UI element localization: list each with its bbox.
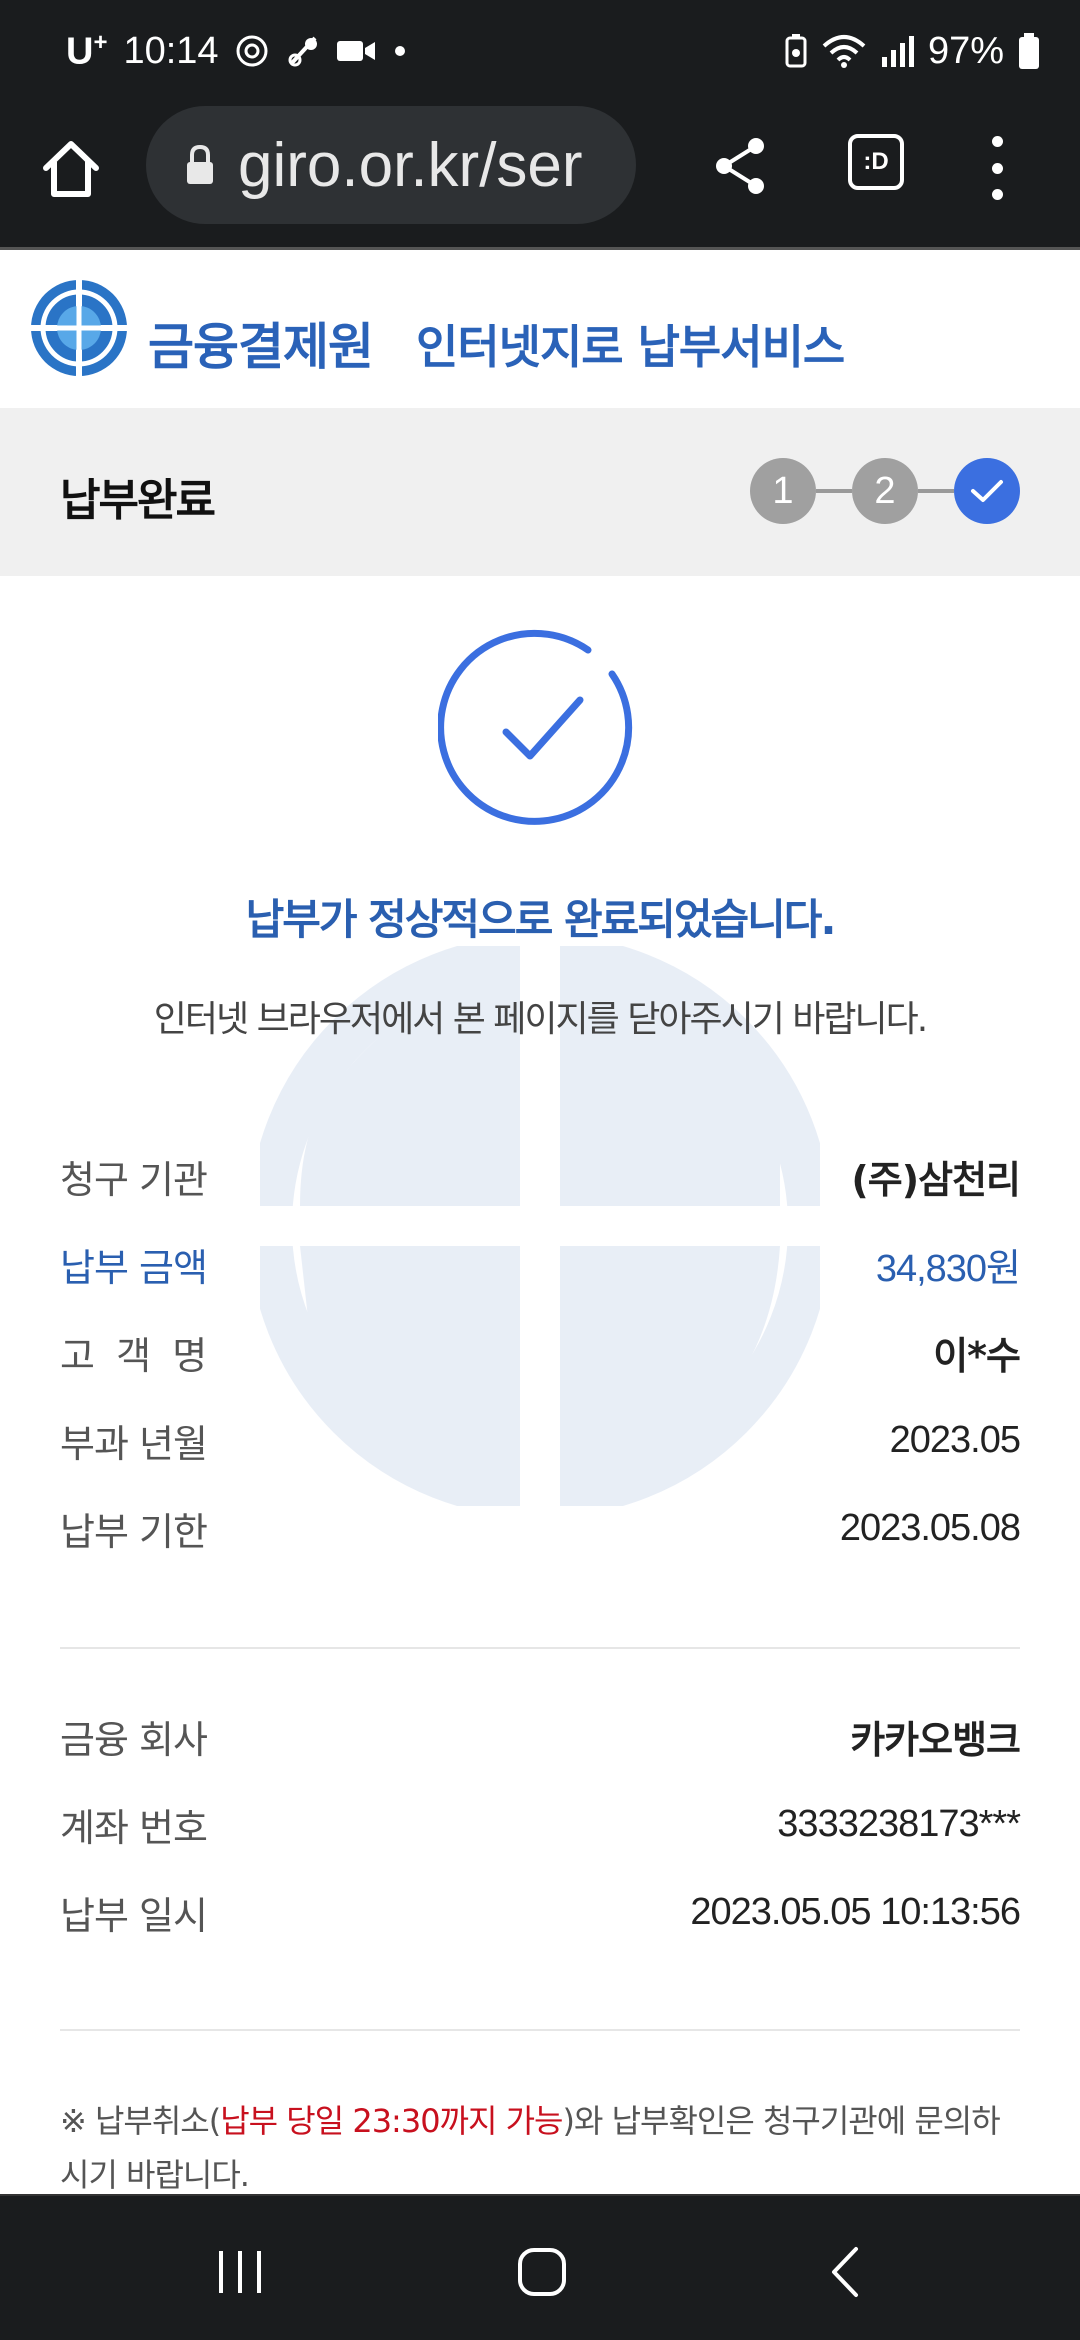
battery-icon [1018,33,1040,69]
share-icon[interactable] [712,136,768,196]
info-row-account: 계좌 번호 3333238173*** [60,1794,1021,1854]
info-row-billing-org: 청구 기관 (주)삼천리 [60,1146,1021,1206]
step-2: 2 [852,458,918,524]
site-header: 금융결제원 인터넷지로 납부서비스 [0,253,1080,407]
more-menu-icon[interactable] [982,136,1012,200]
info-row-due-date: 납부 기한 2023.05.08 [60,1498,1021,1558]
main-content: 납부가 정상적으로 완료되었습니다. 인터넷 브라우저에서 본 페이지를 닫아주… [0,576,1080,2194]
result-title: 납부가 정상적으로 완료되었습니다. [245,895,837,944]
wifi-icon [822,34,866,68]
info-value: (주)삼천리 [851,1157,1021,1202]
org-name: 금융결제원 [148,318,374,376]
step-complete-check-icon [954,458,1020,524]
info-value: 이*수 [933,1333,1021,1378]
info-value: 2023.05 [889,1418,1021,1461]
system-nav-bar [0,2194,1080,2340]
service-name: 인터넷지로 납부서비스 [416,320,845,374]
divider [60,2029,1020,2031]
result-description: 인터넷 브라우저에서 본 페이지를 닫아주시기 바랍니다. [153,999,928,1040]
info-label: 금융 회사 [60,1717,208,1762]
info-label: 납부 기한 [60,1509,208,1554]
recent-apps-icon[interactable] [200,2232,280,2312]
carrier-label: U+ [66,28,108,73]
signal-icon [880,35,914,67]
camera-at-icon [235,34,269,68]
info-row-billing-month: 부과 년월 2023.05 [60,1410,1021,1470]
battery-saver-icon [784,33,808,69]
info-row-paid-at: 납부 일시 2023.05.05 10:13:56 [60,1882,1021,1942]
info-label: 납부 금액 [60,1245,208,1290]
step-connector [816,489,852,493]
info-label: 납부 일시 [60,1893,208,1938]
status-right: 97% [784,26,1040,76]
url-text: giro.or.kr/ser [238,130,583,200]
step-1: 1 [750,458,816,524]
home-nav-icon[interactable] [502,2232,582,2312]
home-icon[interactable] [36,134,106,204]
notice-prefix: ※ 납부취소( [60,2102,221,2140]
step-title: 납부완료 [60,475,216,526]
status-bar: U+ 10:14 97% [0,0,1080,100]
browser-toolbar: giro.or.kr/ser :D [0,100,1080,250]
info-row-bank: 금융 회사 카카오뱅크 [60,1706,1021,1766]
tab-switcher-label: :D [863,148,889,175]
success-check-icon [438,629,633,825]
tab-switcher-button[interactable]: :D [848,134,904,190]
dot-icon [393,44,407,58]
step-indicator: 1 2 [750,458,1020,524]
step-connector [918,489,954,493]
info-value: 카카오뱅크 [850,1717,1021,1762]
info-value: 34,830원 [875,1247,1021,1290]
cancel-notice: ※ 납부취소(납부 당일 23:30까지 가능)와 납부확인은 청구기관에 문의… [60,2094,1020,2194]
notice-highlight: 납부 당일 23:30까지 가능 [220,2102,563,2140]
step-bar: 납부완료 1 2 [0,408,1080,576]
info-value: 3333238173*** [777,1802,1021,1845]
clock: 10:14 [123,29,219,72]
info-value: 2023.05.08 [839,1506,1021,1549]
address-bar[interactable]: giro.or.kr/ser [146,106,636,224]
battery-percent: 97% [927,29,1004,72]
info-label: 청구 기관 [60,1157,208,1202]
info-label: 고 객 명 [60,1333,207,1378]
kftc-logo-icon[interactable] [28,277,130,379]
divider [60,1647,1020,1649]
badge-icon [285,34,321,68]
info-label: 계좌 번호 [60,1805,208,1850]
info-row-amount: 납부 금액 34,830원 [60,1234,1021,1294]
video-icon [336,38,377,64]
info-label: 부과 년월 [60,1421,208,1466]
info-value: 2023.05.05 10:13:56 [690,1890,1021,1933]
info-row-customer: 고 객 명 이*수 [60,1322,1021,1382]
status-left: U+ 10:14 [66,26,407,76]
back-icon[interactable] [806,2232,886,2312]
lock-icon [184,144,216,186]
